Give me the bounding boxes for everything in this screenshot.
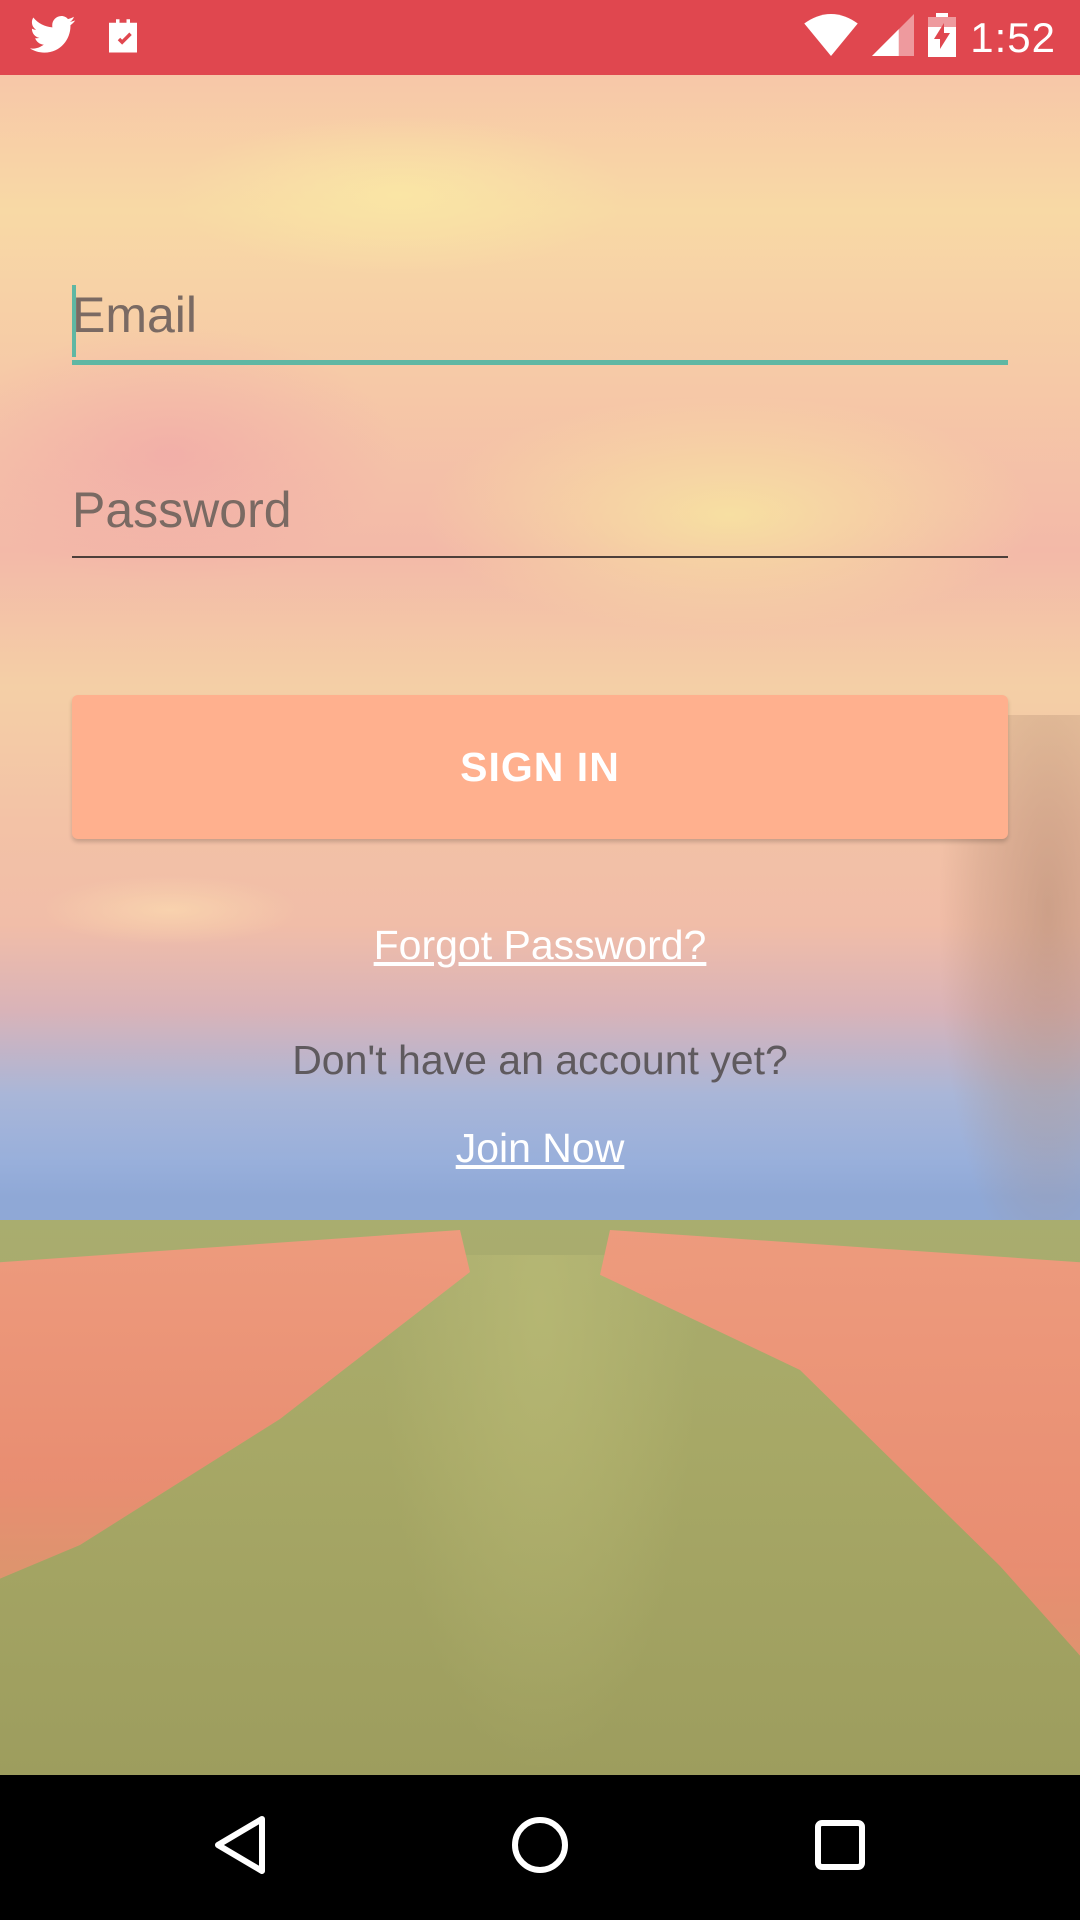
email-underline [72, 360, 1008, 365]
cellular-signal-icon [872, 14, 915, 61]
password-field-wrap [72, 470, 1008, 560]
account-prompt: Don't have an account yet? [292, 1037, 788, 1083]
email-field[interactable] [72, 275, 1008, 355]
password-field[interactable] [72, 470, 1008, 550]
recents-button[interactable] [770, 1775, 910, 1920]
battery-charging-icon [928, 13, 957, 62]
twitter-icon [30, 15, 76, 60]
status-time: 1:52 [970, 13, 1056, 61]
sign-in-button[interactable]: SIGN IN [72, 695, 1008, 839]
email-field-wrap [72, 275, 1008, 365]
home-button[interactable] [470, 1775, 610, 1920]
login-form: SIGN IN Forgot Password? Don't have an a… [72, 75, 1008, 1775]
clipboard-check-icon [102, 14, 144, 61]
wifi-icon [804, 14, 858, 61]
forgot-password-link[interactable]: Forgot Password? [72, 922, 1008, 969]
join-now-link[interactable]: Join Now [72, 1125, 1008, 1172]
text-cursor [72, 285, 76, 357]
navigation-bar [0, 1775, 1080, 1920]
home-icon [510, 1815, 570, 1880]
back-button[interactable] [170, 1775, 310, 1920]
status-bar: 1:52 [0, 0, 1080, 75]
status-left [30, 0, 144, 75]
recents-icon [814, 1819, 866, 1876]
password-underline [72, 556, 1008, 558]
back-icon [210, 1813, 270, 1882]
status-right: 1:52 [804, 0, 1056, 75]
